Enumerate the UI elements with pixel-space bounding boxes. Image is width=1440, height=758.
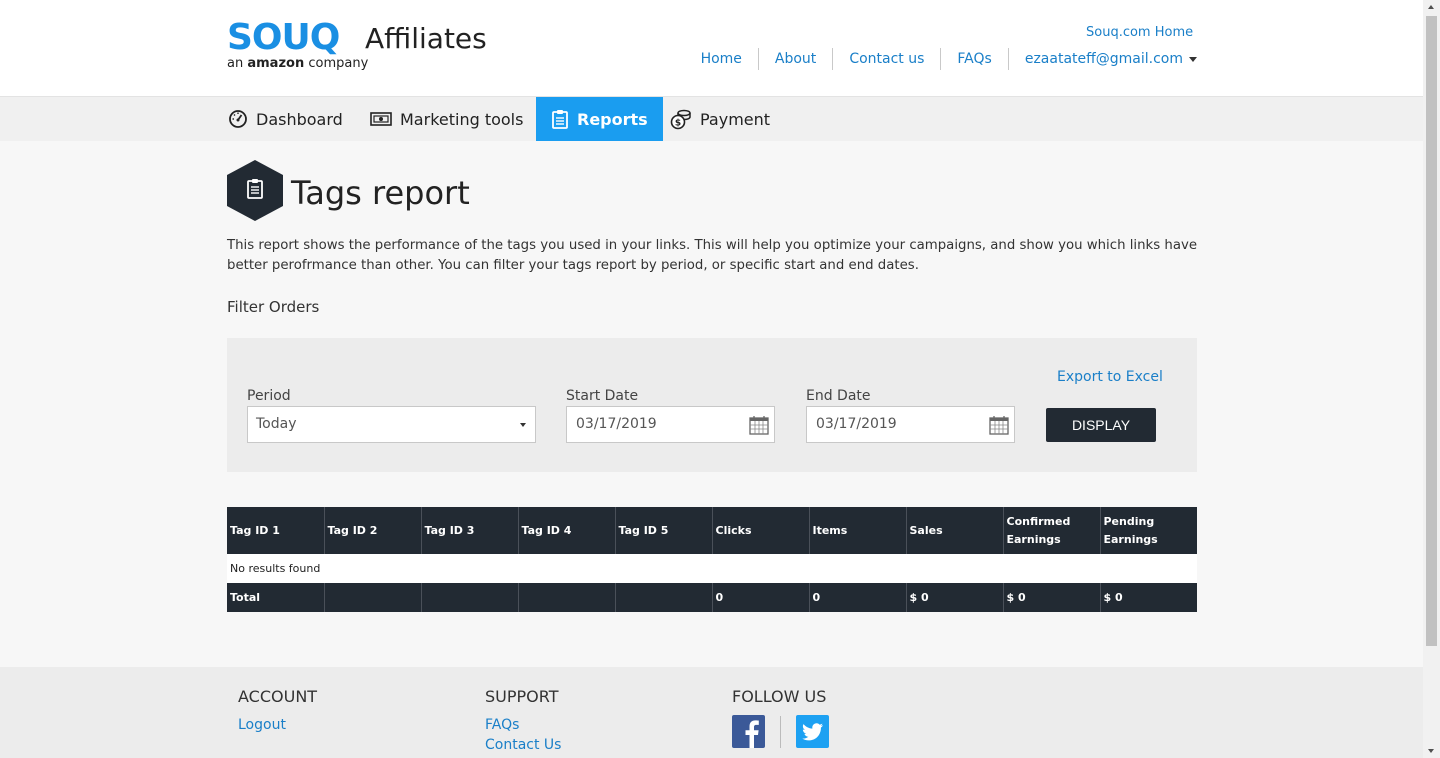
table-cell: $ 0	[1003, 583, 1101, 612]
period-select[interactable]: Today	[247, 406, 536, 443]
start-date-value: 03/17/2019	[576, 416, 657, 432]
site-header: SOUQ Affiliates an amazon company Souq.c…	[0, 0, 1423, 97]
footer-account-title: ACCOUNT	[238, 687, 318, 706]
table-cell: $ 0	[1100, 583, 1197, 612]
export-to-excel-link[interactable]: Export to Excel	[1057, 369, 1163, 385]
period-label: Period	[247, 388, 291, 404]
nav-home[interactable]: Home	[685, 48, 758, 70]
table-cell: 0	[712, 583, 810, 612]
souq-home-link[interactable]: Souq.com Home	[1086, 25, 1193, 40]
calendar-icon[interactable]	[988, 414, 1010, 436]
user-menu[interactable]: ezaatateff@gmail.com	[1007, 48, 1197, 70]
page-description: This report shows the performance of the…	[227, 238, 1198, 273]
logout-link[interactable]: Logout	[238, 715, 317, 735]
column-header[interactable]: Tag ID 4	[518, 507, 616, 554]
user-email: ezaatateff@gmail.com	[1024, 51, 1183, 67]
clipboard-icon	[552, 110, 568, 129]
table-cell: $ 0	[906, 583, 1004, 612]
footer-faqs-link[interactable]: FAQs	[485, 715, 561, 735]
column-header[interactable]: Tag ID 3	[421, 507, 519, 554]
clipboard-icon	[227, 160, 283, 221]
page-title: Tags report	[291, 174, 470, 212]
scroll-down-icon[interactable]	[1428, 749, 1434, 753]
footer-follow-title: FOLLOW US	[732, 687, 827, 706]
start-date-label: Start Date	[566, 388, 639, 404]
tab-dashboard-label: Dashboard	[256, 109, 343, 129]
speedometer-icon	[229, 110, 247, 128]
footer-follow: FOLLOW US	[732, 687, 829, 748]
column-header[interactable]: Items	[809, 507, 907, 554]
tab-reports-label: Reports	[577, 109, 648, 129]
tags-report-table: Tag ID 1 Tag ID 2 Tag ID 3 Tag ID 4 Tag …	[227, 507, 1197, 612]
table-cell	[324, 583, 422, 612]
column-header[interactable]: Sales	[906, 507, 1004, 554]
social-divider	[780, 715, 781, 748]
tab-marketing-tools-label: Marketing tools	[400, 109, 524, 129]
tab-dashboard[interactable]: Dashboard	[228, 97, 343, 141]
money-icon: $	[670, 109, 691, 130]
footer-support-title: SUPPORT	[485, 687, 559, 706]
scrollbar-thumb[interactable]	[1426, 16, 1437, 646]
total-row: Total 0 0 $ 0 $ 0 $ 0	[227, 583, 1197, 612]
chevron-down-icon	[1189, 56, 1197, 62]
display-button[interactable]: DISPLAY	[1046, 408, 1156, 442]
facebook-icon[interactable]	[732, 715, 765, 748]
table-cell: Total	[227, 583, 325, 612]
footer-support: SUPPORT FAQs Contact Us	[485, 687, 561, 755]
twitter-icon[interactable]	[796, 715, 829, 748]
column-header[interactable]: Tag ID 2	[324, 507, 422, 554]
calendar-icon[interactable]	[748, 414, 770, 436]
page-scrollbar[interactable]	[1423, 0, 1440, 758]
logo-tagline-prefix: an	[227, 56, 244, 71]
start-date-input[interactable]: 03/17/2019	[566, 406, 775, 443]
nav-about[interactable]: About	[757, 48, 832, 70]
logo-tagline-suffix: company	[308, 56, 369, 71]
period-select-value: Today	[256, 416, 297, 432]
filter-title: Filter Orders	[227, 298, 320, 316]
end-date-input[interactable]: 03/17/2019	[806, 406, 1015, 443]
no-results-message: No results found	[227, 554, 1197, 583]
table-cell	[421, 583, 519, 612]
logo-wordmark: SOUQ	[227, 17, 340, 58]
column-header[interactable]: Pending Earnings	[1100, 507, 1197, 554]
logo-product: Affiliates	[365, 22, 487, 55]
svg-text:$: $	[675, 119, 681, 129]
tab-payment[interactable]: $ Payment	[670, 97, 770, 141]
column-header[interactable]: Confirmed Earnings	[1003, 507, 1101, 554]
social-links	[732, 715, 829, 748]
end-date-value: 03/17/2019	[816, 416, 897, 432]
site-footer: ACCOUNT Logout SUPPORT FAQs Contact Us F…	[0, 667, 1423, 758]
end-date-label: End Date	[806, 388, 871, 404]
scroll-up-icon[interactable]	[1428, 5, 1434, 9]
logo-tagline: an amazon company	[227, 56, 368, 71]
table-cell	[518, 583, 616, 612]
main-tab-bar: Dashboard Marketing tools Reports $ Paym…	[0, 97, 1423, 141]
table-cell: 0	[809, 583, 907, 612]
tab-marketing-tools[interactable]: Marketing tools	[370, 97, 523, 141]
footer-account: ACCOUNT Logout	[238, 687, 317, 735]
nav-contact-us[interactable]: Contact us	[832, 48, 940, 70]
footer-contact-link[interactable]: Contact Us	[485, 735, 561, 755]
column-header[interactable]: Tag ID 1	[227, 507, 325, 554]
chevron-down-icon	[520, 423, 526, 427]
column-header[interactable]: Tag ID 5	[615, 507, 713, 554]
table-header-row: Tag ID 1 Tag ID 2 Tag ID 3 Tag ID 4 Tag …	[227, 507, 1197, 554]
souq-affiliates-logo[interactable]: SOUQ Affiliates an amazon company	[227, 17, 487, 72]
filter-panel: Period Today Start Date 03/17/2019 End D…	[227, 338, 1197, 472]
table-row: No results found	[227, 554, 1197, 583]
top-nav: Home About Contact us FAQs ezaatateff@gm…	[685, 48, 1197, 70]
tab-payment-label: Payment	[700, 109, 771, 129]
logo-tagline-brand: amazon	[247, 56, 305, 71]
nav-faqs[interactable]: FAQs	[940, 48, 1007, 70]
tab-reports[interactable]: Reports	[536, 97, 663, 141]
table-cell	[615, 583, 713, 612]
banner-icon	[370, 112, 392, 126]
column-header[interactable]: Clicks	[712, 507, 810, 554]
